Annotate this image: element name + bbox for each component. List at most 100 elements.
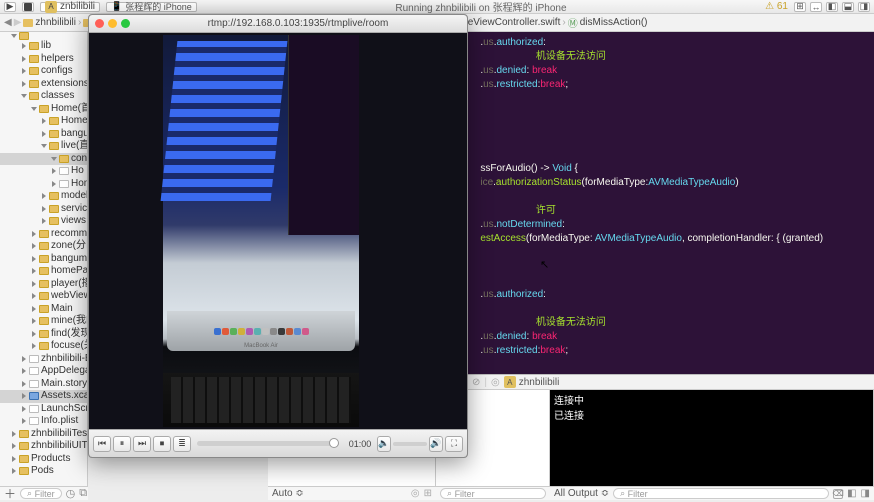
fullscreen-button[interactable]: ⛶ — [445, 436, 463, 452]
disclosure-triangle-icon[interactable] — [12, 456, 16, 462]
pause-button[interactable]: ⏸ — [113, 436, 131, 452]
disclosure-triangle-icon[interactable] — [22, 381, 26, 387]
clock-icon[interactable]: ◷ — [66, 487, 76, 500]
tree-item[interactable]: Ho — [0, 165, 87, 178]
tree-item[interactable]: contro — [0, 153, 87, 166]
tree-item[interactable]: Products — [0, 453, 87, 466]
tree-item[interactable]: helpers — [0, 53, 87, 66]
tree-item[interactable]: recommen — [0, 228, 87, 241]
volume-slider[interactable] — [393, 442, 427, 446]
playlist-button[interactable]: ≣ — [173, 436, 191, 452]
disclosure-triangle-icon[interactable] — [51, 157, 57, 161]
disclosure-triangle-icon[interactable] — [22, 68, 26, 74]
tree-item[interactable]: bangumi( — [0, 128, 87, 141]
disclosure-triangle-icon[interactable] — [42, 206, 46, 212]
disclosure-triangle-icon[interactable] — [32, 281, 36, 287]
output-scope-dropdown[interactable]: All Output ≎ — [554, 488, 609, 499]
eye-icon[interactable]: ◎ — [411, 488, 420, 499]
tree-item[interactable]: find(发现) — [0, 328, 87, 341]
trash-icon[interactable]: ⌫ — [833, 489, 843, 499]
prev-button[interactable]: ⏮ — [93, 436, 111, 452]
stop-button[interactable] — [22, 2, 34, 12]
disclosure-triangle-icon[interactable] — [21, 94, 27, 98]
disclosure-triangle-icon[interactable] — [32, 268, 36, 274]
disclosure-triangle-icon[interactable] — [42, 193, 46, 199]
disclosure-triangle-icon[interactable] — [12, 431, 16, 437]
tree-item[interactable]: focuse(关注 — [0, 340, 87, 353]
vol-max-icon[interactable]: 🔊 — [429, 436, 443, 452]
tree-item[interactable]: lib — [0, 40, 87, 53]
tree-item[interactable]: models — [0, 190, 87, 203]
hide-variables-icon[interactable]: ◧ — [847, 488, 856, 499]
nav-forward-icon[interactable]: ▶ — [14, 17, 22, 28]
navigator-filter[interactable]: ⌕ Filter — [20, 488, 62, 499]
debug-process[interactable]: Azhnbilibili — [504, 376, 560, 388]
project-navigator[interactable]: libhelpersconfigsextensionsclassesHome(首… — [0, 32, 88, 488]
tree-item[interactable]: zhnbilibili-Brid — [0, 353, 87, 366]
tree-item[interactable]: Main — [0, 303, 87, 316]
mute-button[interactable]: 🔈 — [377, 436, 391, 452]
disclosure-triangle-icon[interactable] — [32, 331, 36, 337]
disclosure-triangle-icon[interactable] — [32, 343, 36, 349]
tree-item[interactable]: Main.storyboa — [0, 378, 87, 391]
tree-item[interactable]: player(播放 — [0, 278, 87, 291]
disclosure-triangle-icon[interactable] — [11, 34, 17, 38]
tree-item[interactable]: live(直播) — [0, 140, 87, 153]
disclosure-triangle-icon[interactable] — [31, 107, 37, 111]
disclosure-triangle-icon[interactable] — [32, 318, 36, 324]
minimize-icon[interactable] — [108, 19, 117, 28]
close-icon[interactable] — [95, 19, 104, 28]
media-titlebar[interactable]: rtmp://192.168.0.103:1935/rtmplive/room — [89, 15, 467, 33]
stop-media-button[interactable]: ⏹ — [153, 436, 171, 452]
run-button[interactable]: ▶ — [4, 2, 16, 12]
disclosure-triangle-icon[interactable] — [42, 131, 46, 137]
tree-item[interactable]: Home(首页) — [0, 103, 87, 116]
tree-item[interactable]: Pods — [0, 465, 87, 478]
start-live-button[interactable]: 开始直播 — [307, 165, 337, 181]
assistant-editor-button[interactable]: ⊞ — [794, 2, 806, 12]
tree-item[interactable]: zhnbilibiliUITests — [0, 440, 87, 453]
disclosure-triangle-icon[interactable] — [42, 118, 46, 124]
disclosure-triangle-icon[interactable] — [32, 293, 36, 299]
tree-item[interactable]: views — [0, 215, 87, 228]
disclosure-triangle-icon[interactable] — [22, 56, 26, 62]
disclosure-triangle-icon[interactable] — [22, 368, 26, 374]
next-button[interactable]: ⏭ — [133, 436, 151, 452]
tree-item[interactable]: LaunchScreen — [0, 403, 87, 416]
seek-knob[interactable] — [329, 438, 339, 448]
tree-item[interactable]: zhnbilibiliTests — [0, 428, 87, 441]
console-output[interactable]: 连接中 已连接 — [550, 390, 874, 486]
tree-item[interactable]: mine(我的 — [0, 315, 87, 328]
disclosure-triangle-icon[interactable] — [42, 218, 46, 224]
disclosure-triangle-icon[interactable] — [32, 256, 36, 262]
tree-item[interactable]: homePage( — [0, 265, 87, 278]
disclosure-triangle-icon[interactable] — [52, 181, 56, 187]
tree-item[interactable]: bangumi(番 — [0, 253, 87, 266]
tree-item[interactable]: extensions — [0, 78, 87, 91]
tree-item[interactable]: HomeVie — [0, 115, 87, 128]
crumb-0[interactable]: zhnbilibili — [35, 17, 76, 28]
tree-item[interactable]: AppDelegate.s — [0, 365, 87, 378]
scm-icon[interactable]: ⧉ — [79, 487, 87, 500]
tree-item[interactable]: Info.plist — [0, 415, 87, 428]
console-filter[interactable]: ⌕ Filter — [613, 488, 829, 499]
quicklook-icon[interactable]: ⊞ — [424, 488, 432, 499]
zoom-icon[interactable] — [121, 19, 130, 28]
warnings-badge[interactable]: ⚠ 61 — [765, 1, 788, 12]
media-player-window[interactable]: rtmp://192.168.0.103:1935/rtmplive/room … — [88, 14, 468, 458]
add-button[interactable]: ＋ — [4, 485, 16, 502]
disclosure-triangle-icon[interactable] — [22, 393, 26, 399]
tree-item[interactable]: Assets.xcasse — [0, 390, 87, 403]
disclosure-triangle-icon[interactable] — [22, 81, 26, 87]
tree-item[interactable]: service — [0, 203, 87, 216]
disclosure-triangle-icon[interactable] — [22, 406, 26, 412]
variables-filter[interactable]: ⌕ Filter — [440, 488, 546, 499]
nav-back-icon[interactable]: ◀ — [4, 17, 12, 28]
window-traffic-lights[interactable] — [95, 19, 130, 28]
disclosure-triangle-icon[interactable] — [12, 443, 16, 449]
disclosure-triangle-icon[interactable] — [22, 356, 26, 362]
bottom-panel-toggle[interactable]: ⬓ — [842, 2, 854, 12]
disclosure-triangle-icon[interactable] — [22, 418, 26, 424]
tree-item[interactable]: webView — [0, 290, 87, 303]
disclosure-triangle-icon[interactable] — [52, 168, 56, 174]
